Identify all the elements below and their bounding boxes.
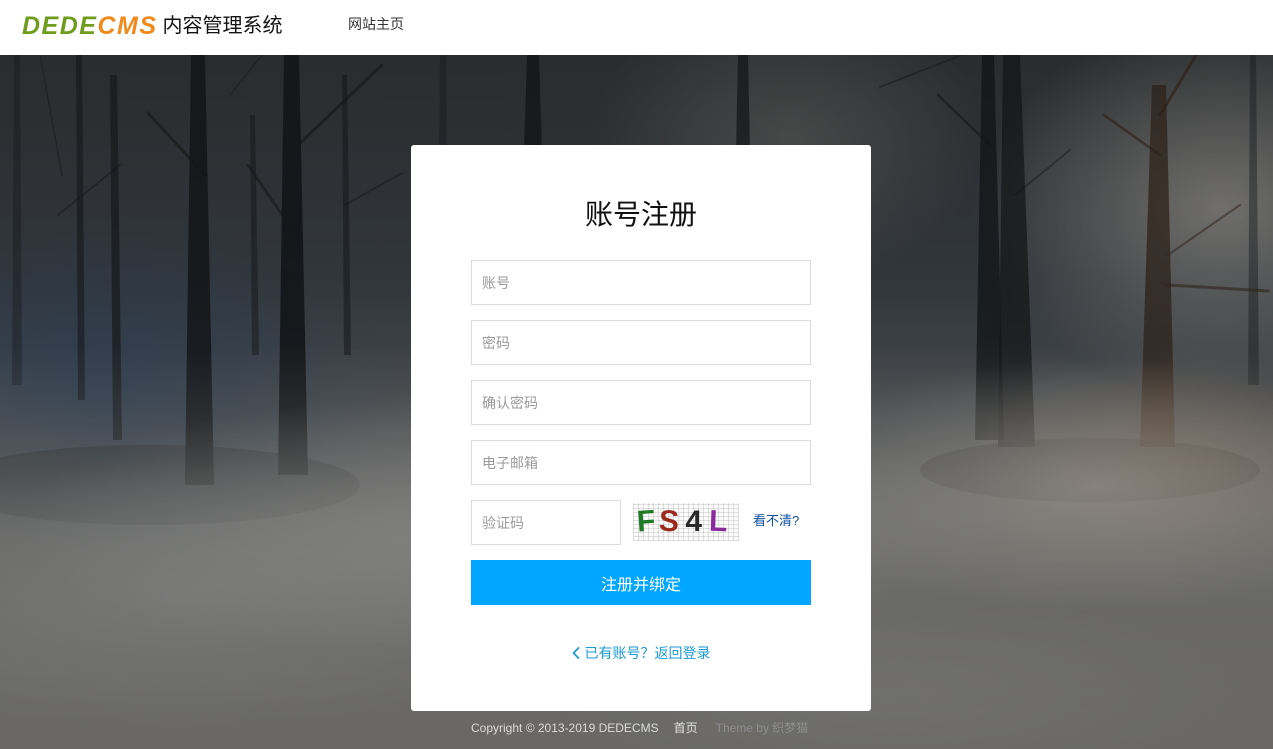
nav-home-link[interactable]: 网站主页 xyxy=(348,14,404,34)
back-to-login-link[interactable]: 已有账号？返回登录 xyxy=(572,643,711,663)
footer-home-link[interactable]: 首页 xyxy=(674,720,698,736)
captcha-char: F xyxy=(635,504,657,539)
logo-brand-part1: DEDE xyxy=(22,12,98,40)
captcha-refresh-link[interactable]: 看不清? xyxy=(753,511,799,531)
page-title: 账号注册 xyxy=(584,199,697,230)
captcha-input[interactable] xyxy=(471,500,621,545)
username-input[interactable] xyxy=(471,260,811,305)
password-input[interactable] xyxy=(471,320,811,365)
captcha-char: S xyxy=(658,504,681,539)
confirm-password-input[interactable] xyxy=(471,380,811,425)
top-header: DEDECMS 内容管理系统 网站主页 xyxy=(0,0,1273,55)
page-footer: Copyright © 2013-2019 DEDECMS 首页 Theme b… xyxy=(471,720,808,736)
register-submit-button[interactable]: 注册并绑定 xyxy=(471,560,811,605)
captcha-char: 4 xyxy=(685,505,703,538)
back-to-login-label: 已有账号？返回登录 xyxy=(584,645,711,661)
captcha-char: L xyxy=(708,504,728,539)
logo-subtitle: 内容管理系统 xyxy=(162,15,283,37)
register-card: 账号注册 F S 4 L 看不清? 注册并绑定 已有账号？返回登录 xyxy=(411,145,871,711)
captcha-image[interactable]: F S 4 L xyxy=(633,503,739,541)
email-input[interactable] xyxy=(471,440,811,485)
copyright-text: Copyright © 2013-2019 DEDECMS xyxy=(471,721,659,735)
login-link-row: 已有账号？返回登录 xyxy=(411,643,871,665)
theme-credit: Theme by 织梦猫 xyxy=(715,721,809,735)
logo-brand-part2: CMS xyxy=(97,12,158,40)
logo[interactable]: DEDECMS 内容管理系统 xyxy=(22,9,283,43)
logo-brand: DEDECMS xyxy=(22,9,158,43)
chevron-left-icon xyxy=(572,647,580,659)
